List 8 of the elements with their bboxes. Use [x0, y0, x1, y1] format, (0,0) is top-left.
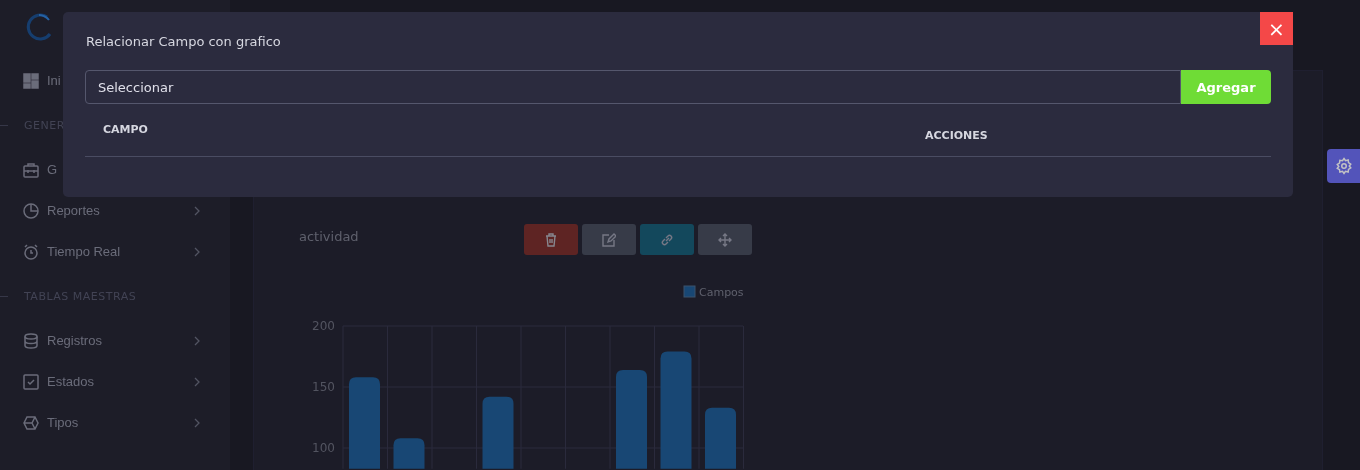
modal-title: Relacionar Campo con grafico — [86, 34, 282, 49]
legend-label: Campos — [699, 286, 744, 299]
axis-tick-label: 200 — [312, 319, 335, 333]
axis-tick-label: 150 — [312, 380, 335, 394]
chart-title: actividad — [299, 229, 359, 244]
column-header: CAMPO — [103, 123, 148, 136]
axis-tick-label: 100 — [312, 441, 335, 455]
column-header: ACCIONES — [925, 129, 988, 142]
